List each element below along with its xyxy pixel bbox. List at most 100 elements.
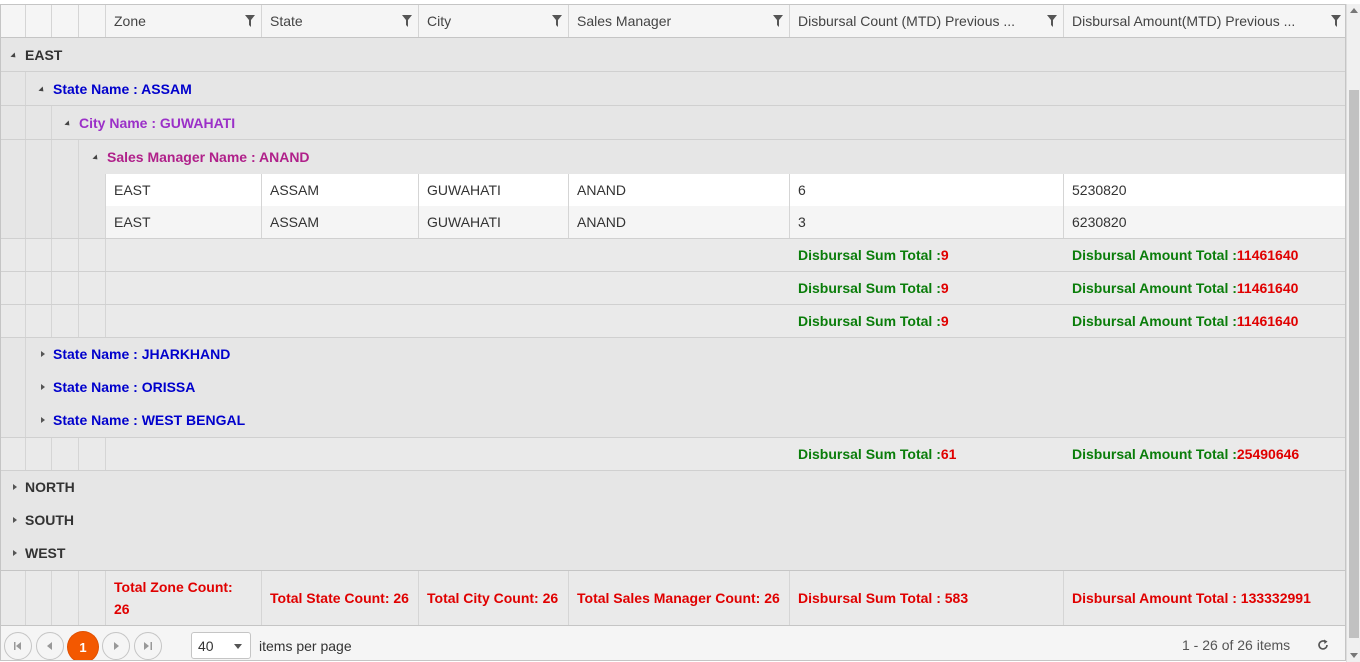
header-disbursal-count-label: Disbursal Count (MTD) Previous ... (798, 13, 1016, 29)
group-row-north[interactable]: NORTH (1, 470, 1345, 503)
group-label-north: NORTH (25, 479, 75, 495)
group-footer-guwahati: Disbursal Sum Total : 9 Disbursal Amount… (1, 271, 1345, 304)
collapse-icon[interactable] (10, 51, 18, 60)
group-row-west-bengal[interactable]: State Name : WEST BENGAL (1, 403, 1345, 437)
amount-total-value: 11461640 (1236, 313, 1299, 329)
cell-zone: EAST (106, 174, 262, 206)
grid-header: Zone State City Sales Manager Disbursal … (1, 5, 1345, 38)
refresh-icon[interactable] (1317, 639, 1329, 651)
sum-total-label: Disbursal Sum Total : (798, 280, 941, 296)
group-row-jharkhand[interactable]: State Name : JHARKHAND (1, 337, 1345, 370)
group-row-east[interactable]: EAST (1, 38, 1345, 71)
cell-count: 3 (790, 206, 1064, 238)
items-per-page-label: items per page (259, 638, 352, 654)
pager-info: 1 - 26 of 26 items (1182, 637, 1291, 653)
first-page-icon[interactable] (4, 632, 32, 660)
collapse-icon[interactable] (64, 119, 72, 128)
cell-zone: EAST (106, 206, 262, 238)
filter-icon[interactable] (773, 15, 783, 27)
vertical-scrollbar[interactable] (1346, 4, 1360, 662)
sum-total-label: Disbursal Sum Total : (798, 446, 941, 462)
grand-sum-total: Disbursal Sum Total : 583 (790, 571, 1064, 625)
grid-footer: Total Zone Count: 26 Total State Count: … (1, 570, 1345, 625)
cell-state: ASSAM (262, 206, 419, 238)
header-city-label: City (427, 13, 452, 29)
group-footer-assam: Disbursal Sum Total : 9 Disbursal Amount… (1, 304, 1345, 337)
filter-icon[interactable] (1047, 15, 1057, 27)
current-page-button[interactable]: 1 (68, 632, 98, 660)
group-label-orissa: State Name : ORISSA (53, 378, 196, 395)
expand-icon[interactable] (41, 417, 45, 423)
header-sales-manager-label: Sales Manager (577, 13, 672, 29)
amount-total-value: 11461640 (1236, 247, 1299, 263)
expand-icon[interactable] (41, 351, 45, 357)
amount-total-label: Disbursal Amount Total : (1072, 280, 1237, 296)
collapse-icon[interactable] (92, 154, 100, 162)
expand-icon[interactable] (13, 484, 17, 490)
sum-total-value: 61 (940, 446, 957, 462)
group-label-west-bengal: State Name : WEST BENGAL (53, 412, 246, 428)
cell-state: ASSAM (262, 174, 419, 206)
header-zone[interactable]: Zone (106, 5, 262, 37)
collapse-icon[interactable] (38, 85, 46, 94)
group-footer-anand: Disbursal Sum Total : 9 Disbursal Amount… (1, 238, 1345, 271)
filter-icon[interactable] (552, 15, 562, 27)
total-state-count: Total State Count: 26 (262, 571, 419, 625)
group-row-anand[interactable]: Sales Manager Name : ANAND (1, 139, 1345, 174)
filter-icon[interactable] (402, 15, 412, 27)
header-disbursal-amount[interactable]: Disbursal Amount(MTD) Previous ... (1064, 5, 1345, 37)
cell-manager: ANAND (569, 174, 790, 206)
sum-total-label: Disbursal Sum Total : (798, 247, 941, 263)
amount-total-value: 11461640 (1236, 280, 1299, 296)
last-page-icon[interactable] (134, 632, 162, 660)
sum-total-value: 9 (940, 280, 949, 296)
scroll-up-icon[interactable] (1350, 8, 1358, 13)
cell-city: GUWAHATI (419, 174, 569, 206)
cell-count: 6 (790, 174, 1064, 206)
expand-icon[interactable] (41, 383, 45, 390)
header-sales-manager[interactable]: Sales Manager (569, 5, 790, 37)
header-zone-label: Zone (114, 13, 146, 29)
amount-total-label: Disbursal Amount Total : (1072, 247, 1237, 263)
group-label-south: SOUTH (25, 511, 74, 528)
group-footer-east: Disbursal Sum Total : 61 Disbursal Amoun… (1, 437, 1345, 470)
amount-total-label: Disbursal Amount Total : (1072, 446, 1237, 462)
scroll-down-icon[interactable] (1350, 653, 1358, 658)
group-label-east: EAST (25, 46, 63, 63)
group-row-west[interactable]: WEST (1, 536, 1345, 570)
sum-total-value: 9 (940, 247, 949, 263)
next-page-icon[interactable] (102, 632, 130, 660)
prev-page-icon[interactable] (36, 632, 64, 660)
cell-amount: 5230820 (1072, 182, 1127, 198)
data-grid: Zone State City Sales Manager Disbursal … (0, 4, 1346, 661)
table-row[interactable]: EAST ASSAM GUWAHATI ANAND 3 6230820 (106, 206, 1345, 238)
amount-total-label: Disbursal Amount Total : (1072, 313, 1237, 329)
header-city[interactable]: City (419, 5, 569, 37)
cell-manager: ANAND (569, 206, 790, 238)
table-row[interactable]: EAST ASSAM GUWAHATI ANAND 6 5230820 (106, 174, 1345, 206)
amount-total-value: 25490646 (1236, 446, 1300, 462)
group-row-guwahati[interactable]: City Name : GUWAHATI (1, 105, 1345, 139)
total-manager-count: Total Sales Manager Count: 26 (569, 571, 790, 625)
chevron-down-icon (234, 644, 242, 649)
group-label-jharkhand: State Name : JHARKHAND (53, 346, 231, 362)
filter-icon[interactable] (1331, 15, 1341, 27)
group-row-south[interactable]: SOUTH (1, 503, 1345, 536)
scrollbar-thumb[interactable] (1349, 90, 1359, 638)
sum-total-label: Disbursal Sum Total : (798, 313, 941, 329)
pager: 1 40 items per page 1 - 26 of 26 items (1, 625, 1345, 660)
group-row-orissa[interactable]: State Name : ORISSA (1, 370, 1345, 403)
header-disbursal-count[interactable]: Disbursal Count (MTD) Previous ... (790, 5, 1064, 37)
sum-total-value: 9 (940, 313, 949, 329)
group-label-guwahati: City Name : GUWAHATI (79, 114, 236, 131)
page-size-value: 40 (198, 637, 214, 654)
grand-amount-total: Disbursal Amount Total : 133332991 (1072, 590, 1311, 606)
expand-icon[interactable] (13, 550, 17, 556)
page-size-select[interactable]: 40 (191, 632, 251, 659)
filter-icon[interactable] (245, 15, 255, 27)
group-row-assam[interactable]: State Name : ASSAM (1, 71, 1345, 105)
group-label-anand: Sales Manager Name : ANAND (107, 149, 310, 165)
cell-city: GUWAHATI (419, 206, 569, 238)
expand-icon[interactable] (13, 516, 17, 523)
header-state[interactable]: State (262, 5, 419, 37)
